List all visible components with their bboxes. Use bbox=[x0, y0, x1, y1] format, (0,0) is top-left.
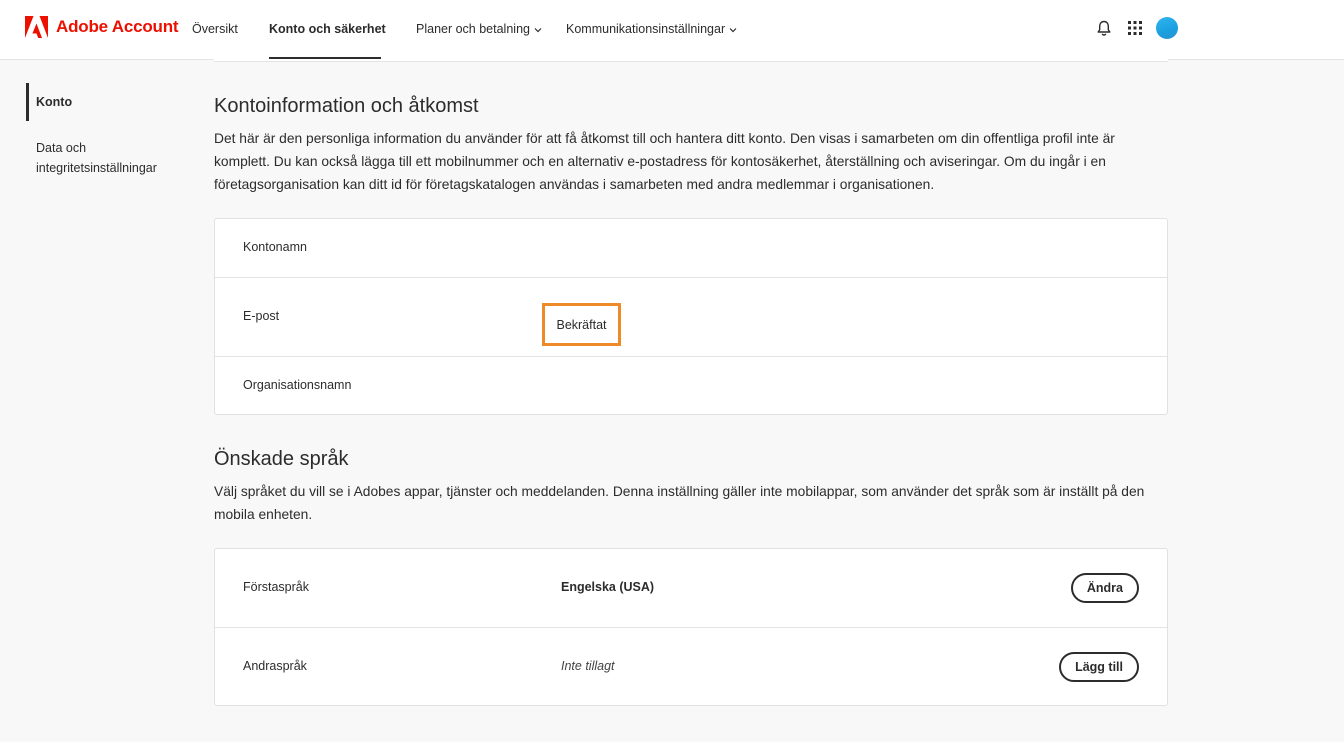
account-info-card: Kontonamn E-post Bekräftat Organisations… bbox=[214, 218, 1168, 415]
top-navigation-bar: Adobe Account Översikt Konto och säkerhe… bbox=[0, 0, 1344, 60]
avatar[interactable] bbox=[1156, 17, 1178, 39]
nav-label: Översikt bbox=[192, 21, 238, 36]
organization-name-label: Organisationsnamn bbox=[243, 378, 352, 392]
email-label: E-post bbox=[243, 309, 280, 323]
language-card: Förstaspråk Engelska (USA) Ändra Andrasp… bbox=[214, 548, 1168, 706]
nav-plans-payment[interactable]: Planer och betalning bbox=[416, 0, 542, 57]
language-section-description: Välj språket du vill se i Adobes appar, … bbox=[214, 484, 1145, 522]
chevron-down-icon bbox=[534, 27, 542, 32]
brand-name: Adobe Account bbox=[56, 17, 179, 36]
change-first-language-button[interactable]: Ändra bbox=[1070, 573, 1139, 603]
nav-label: Konto och säkerhet bbox=[269, 21, 386, 36]
organization-name-row: Organisationsnamn bbox=[215, 357, 1167, 414]
nav-account-security[interactable]: Konto och säkerhet bbox=[269, 0, 386, 59]
sidebar-item-data-privacy[interactable]: Data och integritetsinställningar bbox=[36, 138, 176, 178]
first-language-row: Förstaspråk Engelska (USA) Ändra bbox=[215, 549, 1167, 628]
first-language-value: Engelska (USA) bbox=[561, 580, 655, 594]
account-section-title: Kontoinformation och åtkomst bbox=[214, 95, 479, 117]
add-second-language-button[interactable]: Lägg till bbox=[1059, 652, 1139, 682]
account-name-row: Kontonamn bbox=[215, 219, 1167, 278]
second-language-row: Andraspråk Inte tillagt Lägg till bbox=[215, 628, 1167, 705]
previous-card-edge bbox=[214, 59, 1168, 62]
email-verified-status-badge: Bekräftat bbox=[542, 303, 621, 346]
second-language-label: Andraspråk bbox=[243, 659, 307, 673]
account-section-description: Det här är den personliga information du… bbox=[214, 131, 1115, 192]
brand-link[interactable]: Adobe Account bbox=[25, 16, 179, 38]
adobe-logo-icon bbox=[25, 16, 48, 38]
app-grid-icon[interactable] bbox=[1124, 17, 1146, 39]
bell-icon[interactable] bbox=[1093, 17, 1115, 39]
sidebar-active-indicator bbox=[26, 83, 29, 121]
language-section-title: Önskade språk bbox=[214, 448, 349, 470]
nav-overview[interactable]: Översikt bbox=[192, 0, 238, 57]
account-name-label: Kontonamn bbox=[243, 240, 307, 254]
nav-label: Planer och betalning bbox=[416, 21, 530, 36]
second-language-value: Inte tillagt bbox=[561, 659, 615, 673]
sidebar-item-account[interactable]: Konto bbox=[36, 92, 72, 112]
nav-label: Kommunikationsinställningar bbox=[566, 21, 726, 36]
chevron-down-icon bbox=[729, 27, 737, 32]
email-row: E-post Bekräftat bbox=[215, 278, 1167, 357]
first-language-label: Förstaspråk bbox=[243, 580, 309, 594]
nav-communication-settings[interactable]: Kommunikationsinställningar bbox=[566, 0, 737, 57]
